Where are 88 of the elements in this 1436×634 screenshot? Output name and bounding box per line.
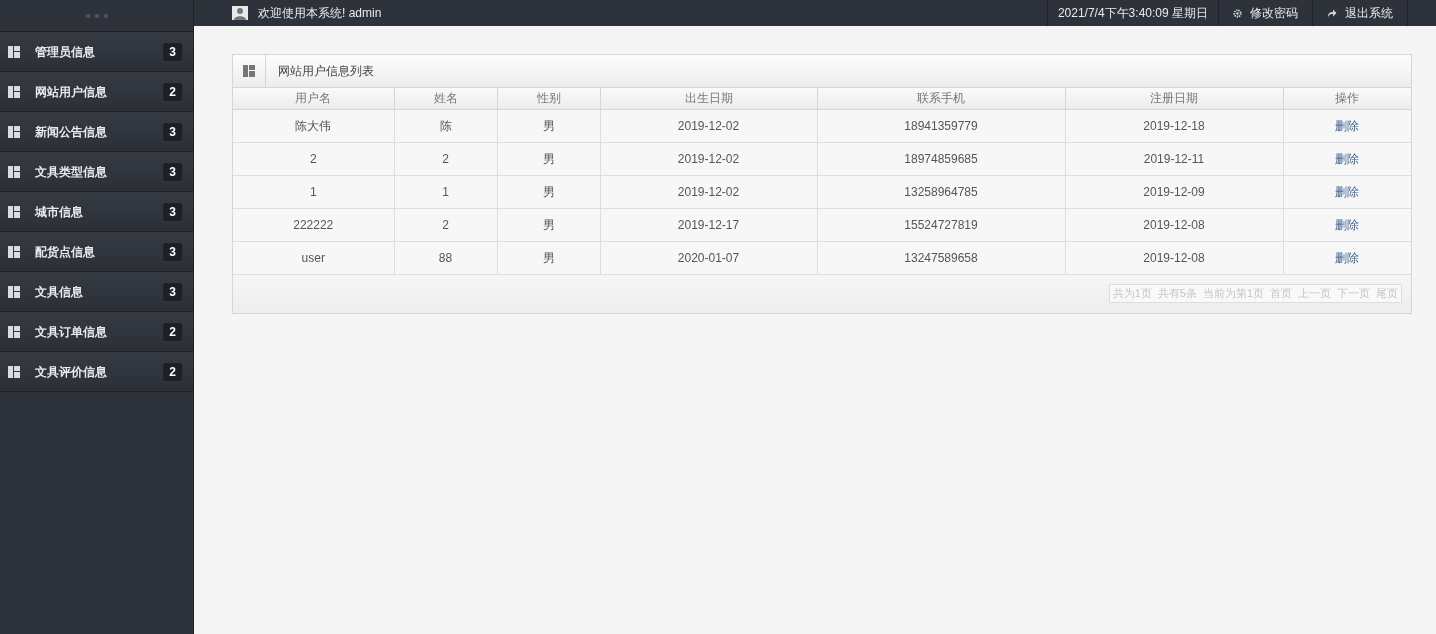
grip-icon [85,13,108,18]
sidebar-item[interactable]: 文具订单信息 2 [0,312,193,352]
table-cell: 2019-12-17 [677,217,740,232]
count-badge: 3 [163,162,182,181]
sidebar-label: 管理员信息 [35,43,96,61]
table-cell: 2019-12-02 [677,184,740,199]
table-cell: 2019-12-11 [1143,151,1205,166]
table-cell: 15524727819 [904,217,978,232]
layout-icon [8,85,20,98]
table-cell: 18974859685 [904,151,978,166]
delete-link[interactable]: 删除 [1335,217,1360,232]
table-cell: 2019-12-09 [1143,184,1205,199]
delete-link[interactable]: 删除 [1335,184,1360,199]
header-link[interactable]: 退出系统 [1312,0,1408,26]
table-cell: 2019-12-02 [677,151,740,166]
table-cell: 男 [542,184,555,199]
count-badge: 2 [163,322,182,341]
column-header: 注册日期 [1065,88,1283,109]
column-header: 操作 [1283,88,1411,109]
table-cell: 2019-12-18 [1143,118,1205,133]
date-time: 2021/7/4下午3:40:09 星期日 [1046,0,1218,26]
table-cell: 2 [309,151,317,166]
column-header: 出生日期 [600,88,817,109]
sidebar-item[interactable]: 文具信息 3 [0,272,193,312]
table-cell: 1 [309,184,317,199]
layout-icon [243,65,255,77]
table-cell: 2019-12-02 [677,118,740,133]
table-cell: 男 [542,118,555,133]
layout-icon [8,285,20,298]
layout-icon [8,125,20,138]
sidebar-label: 文具类型信息 [35,163,108,181]
table-cell: 1 [442,184,449,199]
layout-icon [8,325,20,338]
user-icon [232,6,248,20]
count-badge: 2 [163,82,182,101]
layout-icon [8,365,20,378]
table-cell: 2 [442,217,449,232]
table-cell: 陈大伟 [295,118,332,133]
count-badge: 3 [163,122,182,141]
sidebar-item[interactable]: 文具类型信息 3 [0,152,193,192]
column-header: 用户名 [233,88,394,109]
table-cell: 222222 [293,217,334,232]
header-link[interactable]: 修改密码 [1218,0,1312,26]
table-cell: 男 [542,217,555,232]
table-cell: 2019-12-08 [1143,217,1205,232]
panel-title: 网站用户信息列表 [278,63,374,80]
sidebar-label: 文具评价信息 [35,363,108,381]
count-badge: 3 [163,242,182,261]
table-cell: user [301,250,325,265]
sidebar-label: 文具订单信息 [35,323,108,341]
layout-icon [8,205,20,218]
table-cell: 88 [438,250,453,265]
table-cell: 2019-12-08 [1143,250,1205,265]
sidebar-item[interactable]: 文具评价信息 2 [0,352,193,392]
count-badge: 3 [163,42,182,61]
count-badge: 2 [163,362,182,381]
table-cell: 男 [542,250,555,265]
count-badge: 3 [163,202,182,221]
table-cell: 2020-01-07 [677,250,740,265]
sidebar-label: 城市信息 [35,203,84,221]
layout-icon [8,165,20,178]
gear-icon [1233,8,1242,18]
table-cell: 男 [542,151,555,166]
column-header: 联系手机 [817,88,1065,109]
sidebar-label: 配货点信息 [35,243,96,261]
sidebar-item[interactable]: 管理员信息 3 [0,32,193,72]
sidebar-label: 网站用户信息 [35,83,108,101]
count-badge: 3 [163,282,182,301]
column-header: 性别 [497,88,600,109]
sidebar-label: 文具信息 [35,283,84,301]
delete-link[interactable]: 删除 [1335,118,1360,133]
table-cell: 13258964785 [904,184,978,199]
table-cell: 2 [442,151,449,166]
sidebar-item[interactable]: 新闻公告信息 3 [0,112,193,152]
sidebar-item[interactable]: 城市信息 3 [0,192,193,232]
delete-link[interactable]: 删除 [1335,250,1360,265]
table-cell: 陈 [439,118,452,133]
column-header: 姓名 [394,88,497,109]
sidebar-item[interactable]: 网站用户信息 2 [0,72,193,112]
table-cell: 13247589658 [904,250,978,265]
table-cell: 18941359779 [904,118,978,133]
delete-link[interactable]: 删除 [1335,151,1360,166]
sidebar-label: 新闻公告信息 [35,123,108,141]
sidebar-item[interactable]: 配货点信息 3 [0,232,193,272]
layout-icon [8,45,20,58]
layout-icon [8,245,20,258]
share-arrow-icon [1327,8,1337,18]
welcome-text: 欢迎使用本系统! admin [258,5,382,22]
